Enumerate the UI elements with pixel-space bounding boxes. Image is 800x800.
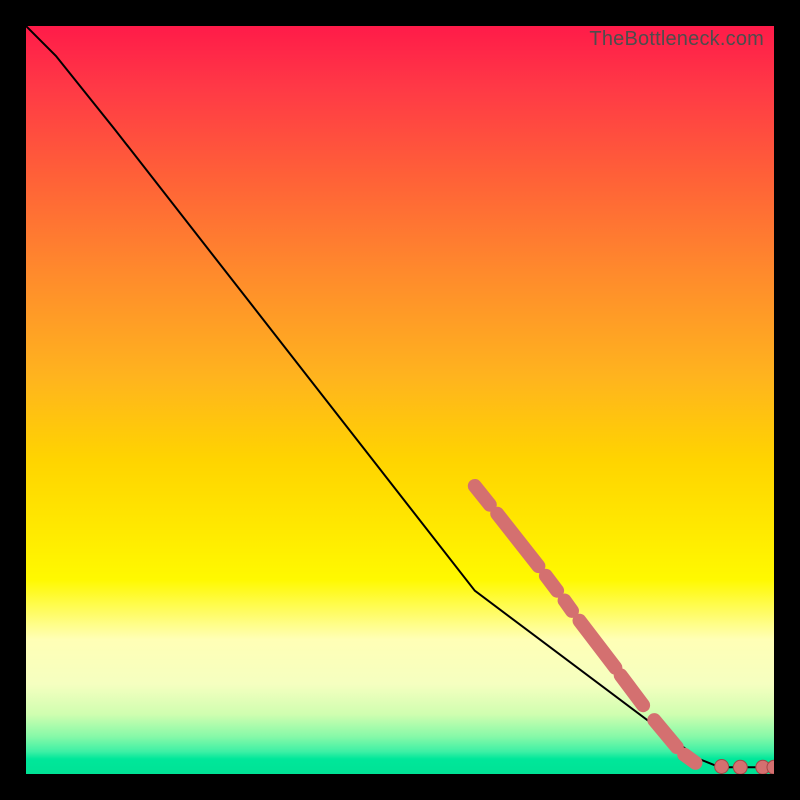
chart-svg bbox=[26, 26, 774, 774]
chart-area: TheBottleneck.com bbox=[26, 26, 774, 774]
marker-segment bbox=[546, 576, 557, 591]
chart-curve bbox=[26, 26, 774, 767]
marker-segment bbox=[621, 675, 643, 705]
marker-segment bbox=[684, 755, 695, 763]
marker-dot bbox=[715, 760, 729, 774]
marker-segment bbox=[475, 486, 490, 505]
marker-segment bbox=[497, 514, 538, 566]
marker-segment bbox=[565, 601, 572, 611]
chart-markers bbox=[475, 486, 774, 774]
marker-dot bbox=[733, 760, 747, 774]
marker-segment bbox=[654, 720, 677, 747]
marker-segment bbox=[580, 621, 616, 668]
